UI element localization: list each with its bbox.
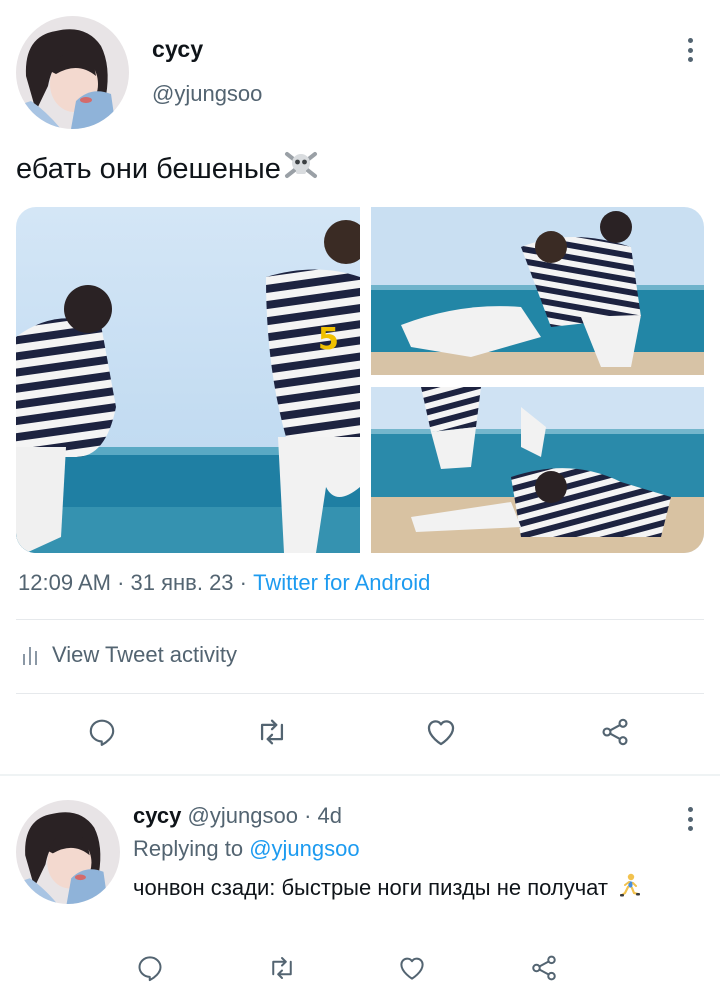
svg-text:5: 5 — [318, 322, 339, 357]
share-icon[interactable] — [595, 712, 635, 752]
view-activity-button[interactable]: View Tweet activity — [22, 642, 237, 668]
tweet-text: ебать они бешеные — [16, 150, 319, 188]
tweet-source-link[interactable]: Twitter for Android — [253, 570, 430, 595]
tweet-meta: 12:09 AM · 31 янв. 23 · Twitter for Andr… — [18, 570, 430, 596]
reply-avatar[interactable] — [16, 800, 120, 904]
media-grid: 5 — [16, 207, 704, 553]
replying-prefix: Replying to — [133, 836, 244, 861]
retweet-icon[interactable] — [262, 948, 302, 988]
share-icon[interactable] — [524, 948, 564, 988]
reply-dot: · — [304, 803, 312, 828]
main-tweet: сусу @yjungsoo ебать они бешеные 5 12:09… — [0, 0, 720, 775]
reply-display-name[interactable]: сусу — [133, 803, 181, 828]
reply-header: сусу @yjungsoo · 4d — [133, 803, 342, 829]
tweet-time: 12:09 AM — [18, 570, 111, 595]
replying-to: Replying to @yjungsoo — [133, 836, 360, 862]
divider — [16, 619, 704, 620]
like-icon[interactable] — [392, 948, 432, 988]
tweet-actions — [0, 712, 720, 758]
handle[interactable]: @yjungsoo — [152, 81, 262, 107]
retweet-icon[interactable] — [252, 712, 292, 752]
avatar-image — [16, 16, 129, 129]
reply-handle[interactable]: @yjungsoo — [188, 803, 298, 828]
like-icon[interactable] — [421, 712, 461, 752]
replying-to-link[interactable]: @yjungsoo — [249, 836, 359, 861]
divider — [16, 693, 704, 694]
reply-text-content: чонвон сзади: быстрые ноги пизды не полу… — [133, 875, 609, 900]
activity-label: View Tweet activity — [52, 642, 238, 667]
reply-actions — [0, 948, 720, 988]
tweet-text-content: ебать они бешеные — [16, 152, 281, 185]
tweet-date: 31 янв. 23 — [130, 570, 234, 595]
section-separator — [0, 774, 720, 776]
analytics-icon — [23, 647, 37, 665]
meta-separator: · — [110, 570, 131, 595]
avatar-image — [16, 800, 120, 904]
more-options-icon[interactable] — [680, 36, 700, 64]
media-photo-3[interactable] — [371, 387, 704, 553]
reply-text: чонвон сзади: быстрые ноги пизды не полу… — [133, 872, 653, 908]
avatar[interactable] — [16, 16, 129, 129]
media-photo-2[interactable] — [371, 207, 704, 375]
skull-and-crossbones-icon — [283, 150, 319, 188]
media-photo-1[interactable]: 5 — [16, 207, 360, 553]
person-running-icon — [618, 873, 641, 908]
author-info: сусу @yjungsoo — [152, 36, 262, 107]
more-options-icon[interactable] — [680, 805, 700, 833]
display-name[interactable]: сусу — [152, 36, 262, 63]
meta-separator: · — [233, 570, 254, 595]
reply-icon[interactable] — [130, 948, 170, 988]
reply-age: 4d — [317, 803, 342, 828]
reply-icon[interactable] — [82, 712, 122, 752]
